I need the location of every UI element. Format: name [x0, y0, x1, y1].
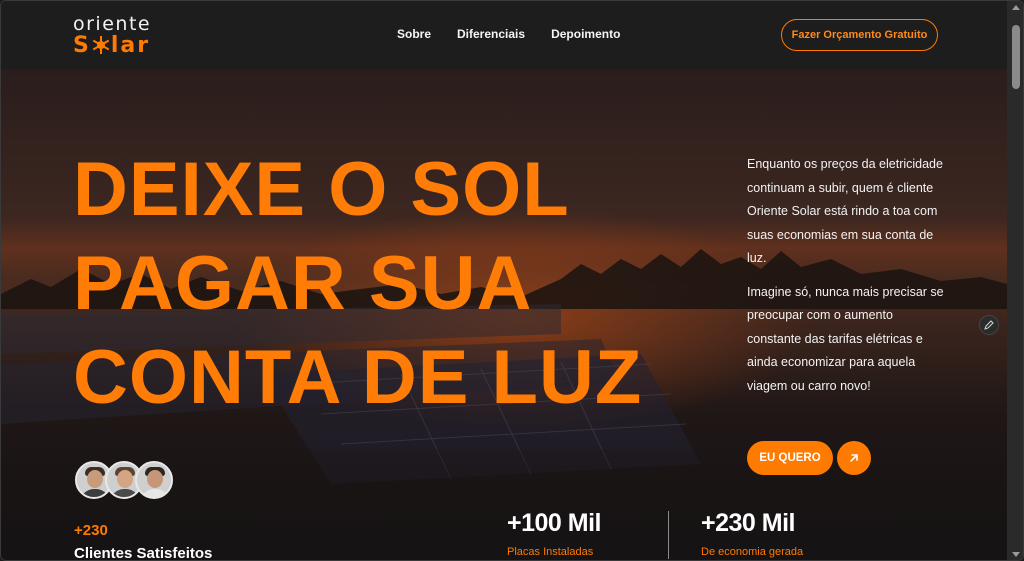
stat-savings: +230 Mil De economia gerada [701, 509, 803, 558]
nav-item-diferenciais[interactable]: Diferenciais [457, 27, 525, 41]
eu-quero-button[interactable]: EU QUERO [747, 441, 833, 475]
stat-panels: +100 Mil Placas Instaladas [507, 509, 601, 558]
scroll-thumb[interactable] [1012, 25, 1020, 89]
headline-line-2: PAGAR SUA [73, 241, 533, 326]
hero-headline: DEIXE O SOL PAGAR SUA CONTA DE LUZ [73, 143, 733, 425]
scroll-down-icon[interactable] [1012, 552, 1020, 557]
hero-paragraph-2: Imagine só, nunca mais precisar se preoc… [747, 284, 944, 393]
pencil-icon [984, 320, 994, 330]
headline-line-3: CONTA DE LUZ [73, 335, 643, 420]
hero-section: DEIXE O SOL PAGAR SUA CONTA DE LUZ Enqua… [1, 69, 1007, 561]
nav-item-sobre[interactable]: Sobre [397, 27, 431, 41]
nav-item-depoimento[interactable]: Depoimento [551, 27, 620, 41]
main-nav: Sobre Diferenciais Depoimento [397, 27, 646, 41]
vertical-scrollbar[interactable] [1007, 1, 1023, 560]
scroll-up-icon[interactable] [1012, 5, 1020, 10]
clients-label: Clientes Satisfeitos [74, 545, 213, 561]
avatar [135, 461, 173, 499]
client-avatars [75, 461, 185, 501]
headline-line-1: DEIXE O SOL [73, 147, 570, 232]
brand-logo[interactable]: oriente Slar [73, 13, 173, 59]
stat-divider [668, 511, 669, 559]
logo-letters-lar: lar [110, 33, 151, 58]
arrow-up-right-icon [850, 454, 858, 462]
site-header: oriente Slar Sobre Diferenciais Depoimen… [1, 1, 1007, 69]
logo-wordmark-bottom: Slar [73, 33, 150, 58]
stat-value: +230 Mil [701, 509, 795, 537]
hero-description: Enquanto os preços da eletricidade conti… [747, 153, 947, 398]
sun-icon [92, 36, 110, 54]
logo-wordmark-top: oriente [73, 13, 152, 35]
clients-count: +230 [74, 522, 108, 539]
stat-label: De economia gerada [701, 546, 804, 558]
stat-label: Placas Instaladas [507, 546, 594, 558]
arrow-button[interactable] [837, 441, 871, 475]
hero-paragraph-1: Enquanto os preços da eletricidade conti… [747, 157, 943, 265]
browser-window: oriente Slar Sobre Diferenciais Depoimen… [0, 0, 1024, 561]
hero-cta: EU QUERO [747, 441, 871, 475]
free-quote-button[interactable]: Fazer Orçamento Gratuito [781, 19, 938, 51]
edit-button[interactable] [979, 315, 999, 335]
logo-letter-s: S [73, 33, 91, 58]
stat-value: +100 Mil [507, 509, 601, 537]
